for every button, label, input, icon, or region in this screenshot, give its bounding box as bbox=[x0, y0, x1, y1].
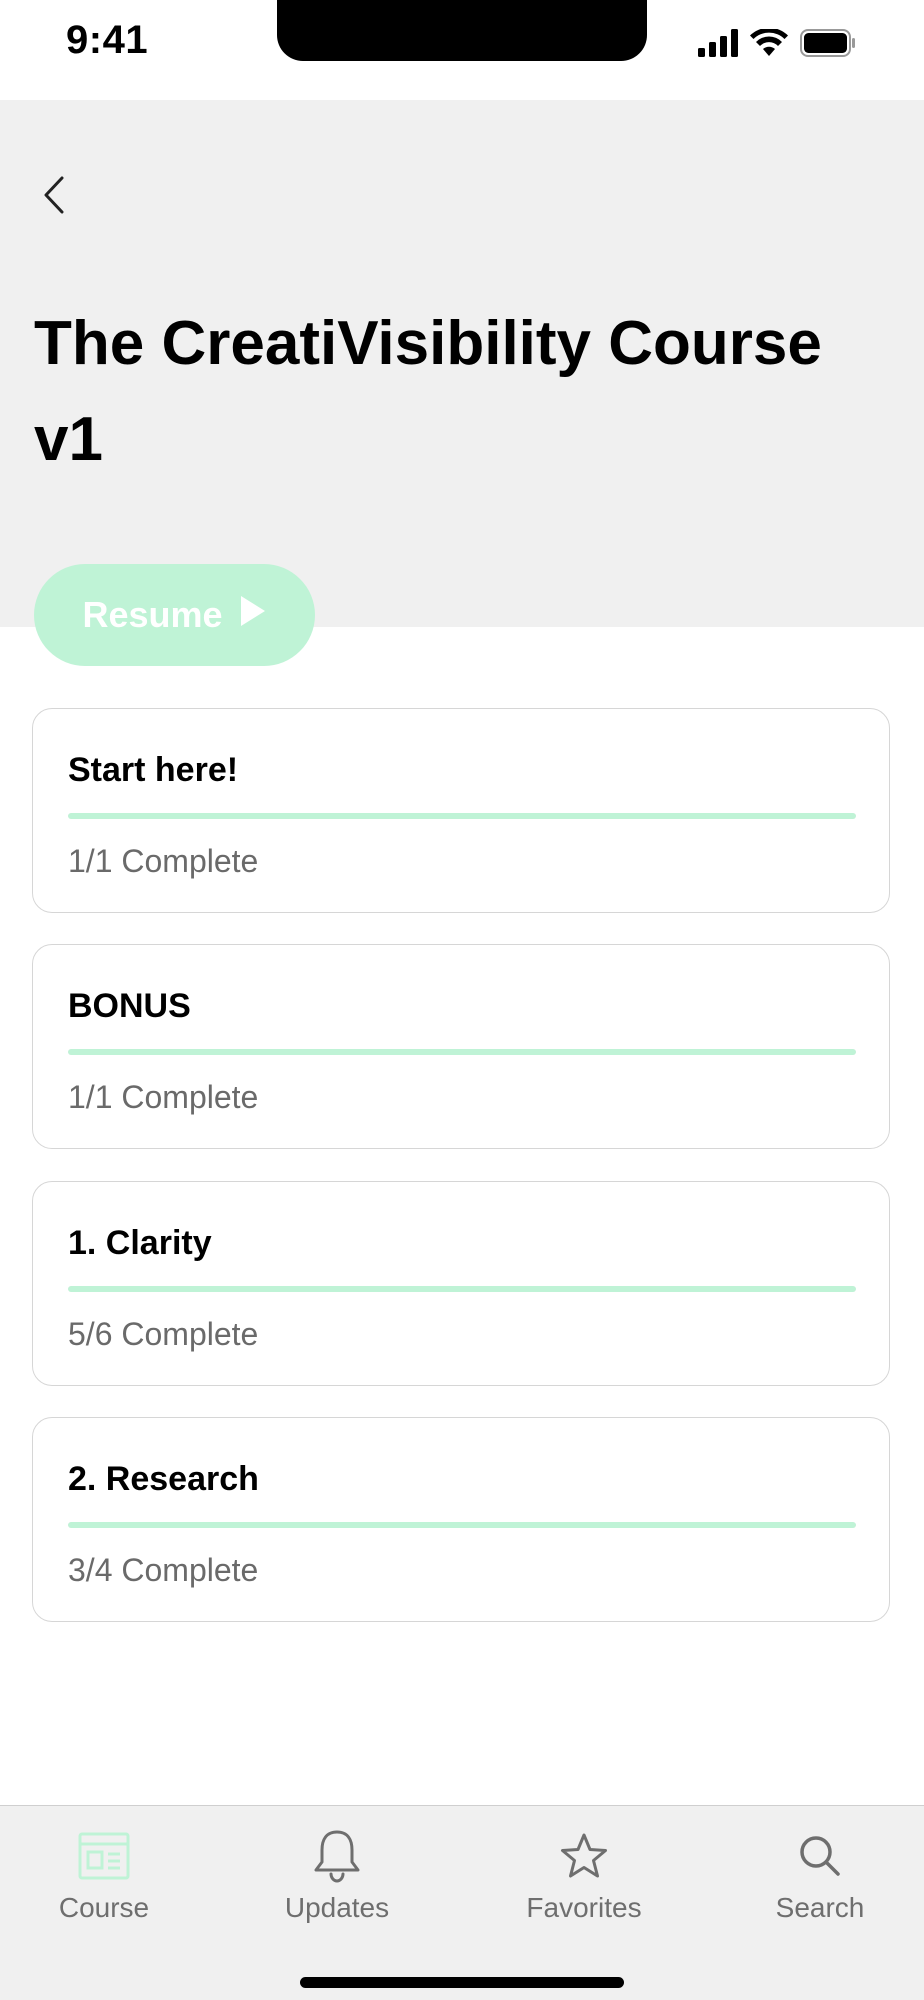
resume-button[interactable]: Resume bbox=[34, 564, 315, 666]
module-status: 5/6 Complete bbox=[68, 1316, 259, 1352]
module-progress-fill bbox=[68, 1049, 856, 1055]
module-card-research[interactable]: 2. Research 3/4 Complete bbox=[32, 1417, 890, 1622]
bell-icon bbox=[313, 1828, 361, 1884]
star-icon bbox=[560, 1828, 608, 1884]
battery-icon bbox=[800, 28, 856, 62]
module-progress-bar bbox=[68, 1522, 856, 1528]
tab-label-favorites: Favorites bbox=[526, 1892, 642, 1923]
module-status: 1/1 Complete bbox=[68, 1079, 259, 1115]
tab-label-course: Course bbox=[58, 1892, 150, 1923]
module-title: 2. Research bbox=[68, 1460, 259, 1498]
device-notch bbox=[277, 0, 647, 61]
course-icon bbox=[78, 1828, 130, 1884]
module-progress-bar bbox=[68, 813, 856, 819]
module-progress-fill bbox=[68, 1286, 856, 1292]
tab-updates[interactable]: Updates bbox=[272, 1806, 402, 1926]
cellular-signal-icon bbox=[698, 28, 738, 62]
status-bar: 9:41 bbox=[0, 0, 924, 100]
tab-favorites[interactable]: Favorites bbox=[516, 1806, 652, 1926]
search-icon bbox=[798, 1828, 842, 1884]
module-progress-fill bbox=[68, 813, 856, 819]
page-title: The CreatiVisibility Course v1 bbox=[34, 309, 822, 474]
status-time: 9:41 bbox=[66, 18, 149, 62]
module-status: 1/1 Complete bbox=[68, 843, 259, 879]
status-icons bbox=[698, 27, 856, 62]
play-icon bbox=[239, 594, 267, 637]
module-progress-bar bbox=[68, 1049, 856, 1055]
module-progress-bar bbox=[68, 1286, 856, 1292]
back-button[interactable] bbox=[34, 170, 74, 224]
module-status: 3/4 Complete bbox=[68, 1552, 259, 1588]
wifi-icon bbox=[750, 27, 788, 62]
chevron-left-icon bbox=[43, 176, 65, 219]
module-card-clarity[interactable]: 1. Clarity 5/6 Complete bbox=[32, 1181, 890, 1386]
tab-label-search: Search bbox=[775, 1892, 865, 1923]
module-card-start-here[interactable]: Start here! 1/1 Complete bbox=[32, 708, 890, 913]
tab-label-updates: Updates bbox=[284, 1892, 390, 1923]
tab-bar: Course Updates Favorites Search bbox=[0, 1805, 924, 2000]
module-title: 1. Clarity bbox=[68, 1224, 212, 1262]
module-title: BONUS bbox=[68, 987, 191, 1025]
module-progress-fill bbox=[68, 1522, 856, 1528]
resume-label: Resume bbox=[82, 594, 223, 635]
tab-search[interactable]: Search bbox=[762, 1806, 878, 1926]
module-title: Start here! bbox=[68, 751, 239, 789]
module-card-bonus[interactable]: BONUS 1/1 Complete bbox=[32, 944, 890, 1149]
tab-course[interactable]: Course bbox=[44, 1806, 164, 1926]
home-indicator bbox=[300, 1977, 624, 1988]
